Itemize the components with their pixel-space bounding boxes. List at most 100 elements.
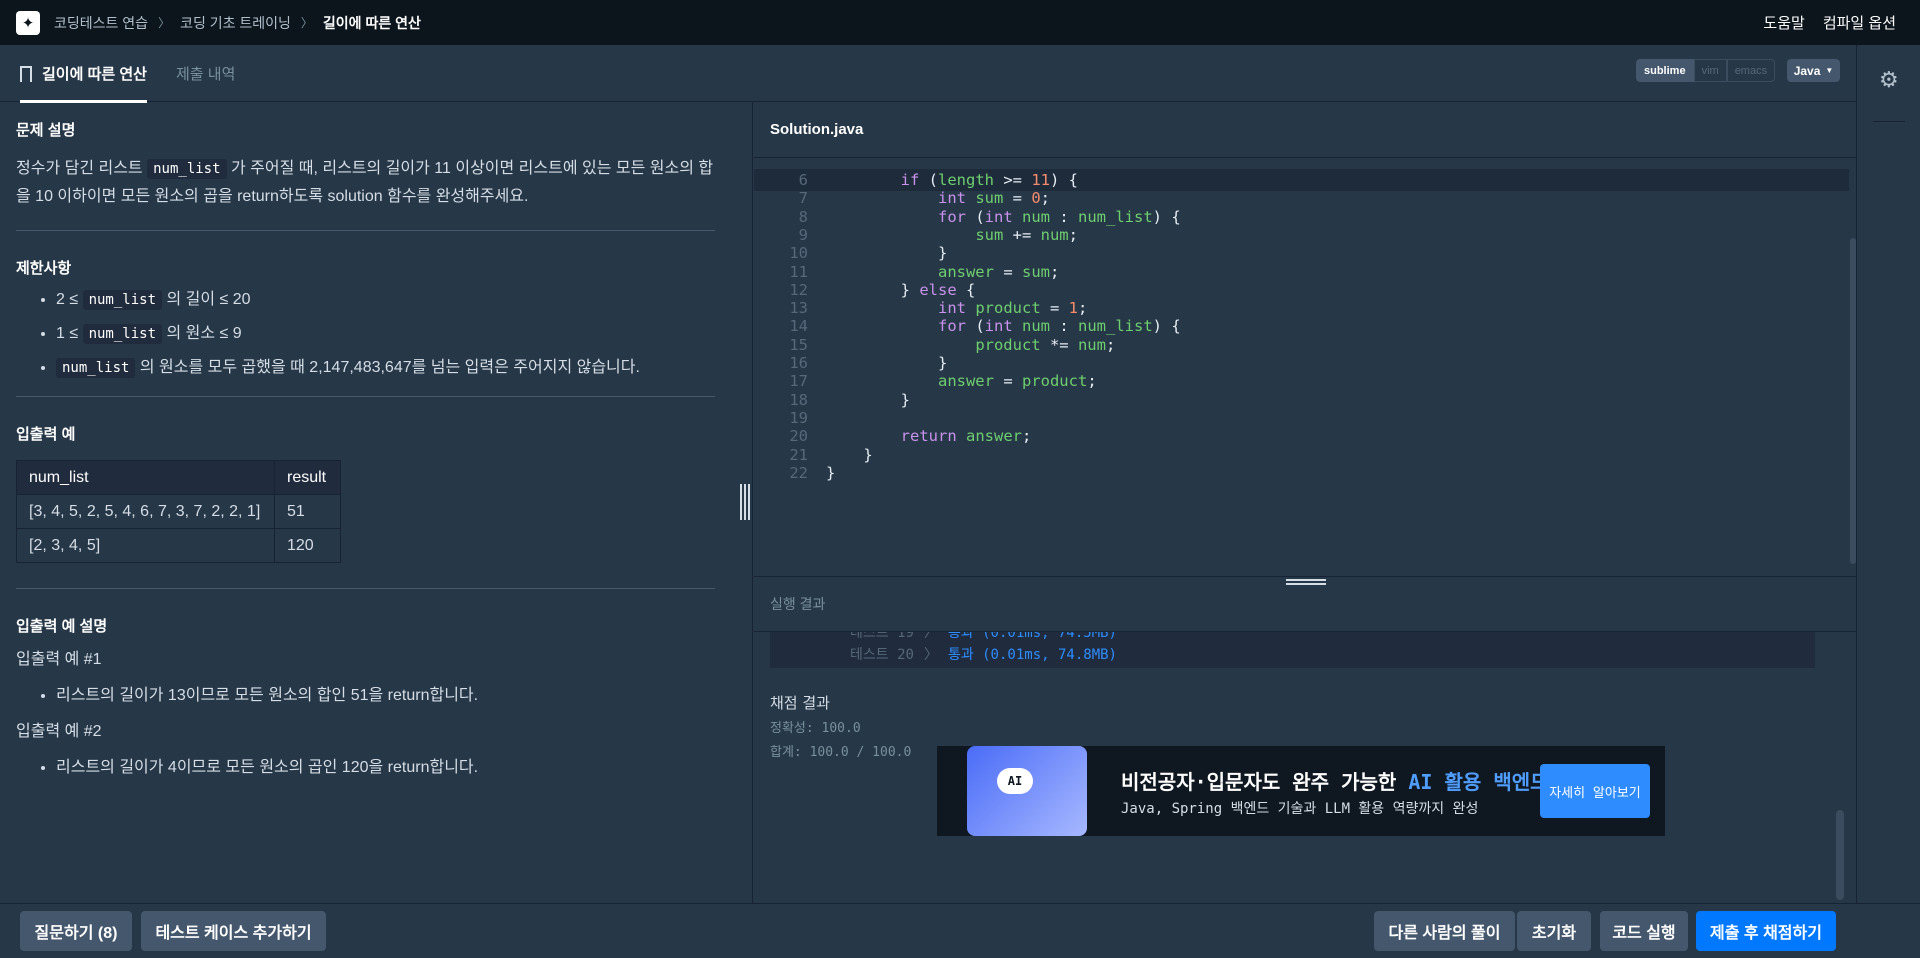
line-number: 12 — [789, 280, 808, 299]
code-text: } else { — [826, 280, 976, 299]
table-cell: 51 — [274, 494, 341, 529]
code-text: } — [826, 390, 910, 409]
code-editor[interactable]: 6 if (length >= 11) {7 int sum = 0; 8 for… — [754, 158, 1856, 576]
ask-question-button[interactable]: 질문하기 (8) — [20, 911, 132, 951]
problem-panel: 문제 설명 정수가 담긴 리스트 num_list 가 주어질 때, 리스트의 … — [0, 102, 753, 903]
constraint-post: 의 원소 ≤ 9 — [162, 325, 242, 342]
constraint-item: 1 ≤ num_list 의 원소 ≤ 9 — [56, 322, 715, 346]
divider — [16, 230, 715, 231]
line-number: 18 — [789, 390, 808, 409]
language-select[interactable]: Java ▼ — [1787, 59, 1840, 82]
top-navigation: ✦ 코딩테스트 연습 〉 코딩 기초 트레이닝 〉 길이에 따른 연산 도움말 … — [0, 0, 1920, 45]
grade-title: 채점 결과 — [770, 694, 830, 712]
mode-vim[interactable]: vim — [1693, 59, 1727, 82]
code-line: 22} — [754, 462, 1849, 484]
table-header: num_list — [16, 460, 275, 495]
code-num-list: num_list — [147, 159, 227, 179]
bookmark-icon[interactable] — [20, 65, 32, 86]
line-number: 8 — [798, 207, 808, 226]
chevron-right-icon: 〉 — [300, 16, 313, 30]
line-number: 13 — [789, 299, 808, 318]
editor-panel: Solution.java 6 if (length >= 11) {7 int… — [754, 102, 1856, 903]
constraint-post: 의 원소를 모두 곱했을 때 2,147,483,647를 넘는 입력은 주어지… — [135, 359, 640, 376]
explanation-heading: 입출력 예 설명 — [16, 618, 108, 635]
code-text: } — [826, 244, 948, 263]
code-text: int product = 1; — [937, 299, 1088, 318]
line-number: 21 — [789, 445, 808, 464]
mode-sublime[interactable]: sublime — [1636, 59, 1694, 82]
language-label: Java — [1793, 63, 1821, 78]
test-row: 테스트 19 〉 통과 (0.01ms, 74.5MB) — [850, 632, 1117, 642]
tab-problem[interactable]: 길이에 따른 연산 — [20, 45, 147, 103]
run-code-button[interactable]: 코드 실행 — [1600, 911, 1688, 951]
test-name: 테스트 19 — [850, 632, 914, 641]
help-link[interactable]: 도움말 — [1763, 12, 1804, 33]
breadcrumb-item-practice[interactable]: 코딩테스트 연습 — [54, 13, 148, 33]
code-text: } — [826, 354, 948, 372]
line-number: 15 — [789, 335, 808, 354]
divider — [16, 588, 715, 589]
add-test-case-button[interactable]: 테스트 케이스 추가하기 — [141, 911, 326, 951]
chevron-right-icon: 〉 — [158, 16, 171, 30]
ad-ai-badge: AI — [997, 768, 1033, 794]
line-number: 9 — [798, 225, 808, 244]
tab-problem-label: 길이에 따른 연산 — [42, 66, 147, 83]
bottom-toolbar: 질문하기 (8) 테스트 케이스 추가하기 다른 사람의 풀이 초기화 코드 실… — [0, 903, 1920, 958]
grade-accuracy: 정확성: 100.0 — [770, 721, 861, 736]
code-text: product *= num; — [975, 335, 1116, 354]
description-heading: 문제 설명 — [16, 122, 76, 139]
table-row: [3, 4, 5, 2, 5, 4, 6, 7, 3, 7, 2, 2, 1] … — [16, 494, 341, 529]
examples-table: num_list result [3, 4, 5, 2, 5, 4, 6, 7,… — [16, 460, 341, 563]
code-text: } — [826, 463, 836, 482]
panel-resize-handle[interactable] — [740, 484, 750, 520]
file-name: Solution.java — [754, 102, 1856, 158]
editor-scrollbar[interactable] — [1850, 238, 1856, 564]
line-number: 6 — [798, 171, 808, 189]
example-2-title: 입출력 예 #2 — [16, 723, 102, 740]
gear-icon[interactable]: ⚙ — [1879, 67, 1899, 93]
test-result: 통과 (0.01ms, 74.5MB) — [947, 632, 1117, 641]
constraints-heading: 제한사항 — [16, 260, 72, 277]
code-num-list: num_list — [56, 358, 136, 378]
example-1-list: 리스트의 길이가 13이므로 모든 원소의 합인 51을 return합니다. — [16, 684, 715, 708]
logo-icon[interactable]: ✦ — [16, 10, 40, 35]
list-item: 리스트의 길이가 4이므로 모든 원소의 곱인 120을 return합니다. — [56, 756, 715, 780]
ad-title-plain: 비전공자·입문자도 완주 가능한 — [1121, 770, 1409, 794]
constraints-list: 2 ≤ num_list 의 길이 ≤ 20 1 ≤ num_list 의 원소… — [16, 288, 715, 380]
line-number: 16 — [789, 354, 808, 372]
submit-button[interactable]: 제출 후 채점하기 — [1696, 911, 1836, 951]
table-cell: [3, 4, 5, 2, 5, 4, 6, 7, 3, 7, 2, 2, 1] — [16, 494, 275, 529]
line-number: 11 — [789, 262, 808, 281]
results-scrollbar[interactable] — [1836, 810, 1844, 900]
tab-submissions[interactable]: 제출 내역 — [176, 45, 235, 102]
code-text: answer = product; — [937, 372, 1097, 391]
ad-learn-more-button[interactable]: 자세히 알아보기 — [1540, 764, 1650, 818]
compile-options-link[interactable]: 컴파일 옵션 — [1823, 12, 1896, 33]
code-text: if (length >= 11) { — [900, 171, 1078, 189]
code-text: return answer; — [900, 427, 1032, 446]
breadcrumb-item-training[interactable]: 코딩 기초 트레이닝 — [180, 13, 291, 33]
code-text: int sum = 0; — [937, 189, 1051, 208]
other-solutions-button[interactable]: 다른 사람의 풀이 — [1374, 911, 1515, 951]
line-number: 22 — [789, 463, 808, 482]
results-area: 테스트 19 〉 통과 (0.01ms, 74.5MB) 테스트 20 〉 통과… — [754, 632, 1856, 903]
line-number: 10 — [789, 244, 808, 263]
reset-button[interactable]: 초기화 — [1517, 911, 1591, 951]
table-header: result — [274, 460, 341, 495]
test-result: 통과 (0.01ms, 74.8MB) — [947, 647, 1117, 663]
table-row: [2, 3, 4, 5] 120 — [16, 528, 341, 563]
code-num-list: num_list — [82, 324, 163, 344]
editor-mode-switch: sublime vim emacs — [1636, 59, 1776, 82]
code-text: for (int num : num_list) { — [937, 207, 1181, 226]
mode-emacs[interactable]: emacs — [1726, 59, 1776, 82]
line-number: 17 — [789, 372, 808, 391]
ad-banner[interactable]: AI 비전공자·입문자도 완주 가능한 AI 활용 백엔드 과정 Java, S… — [937, 746, 1665, 836]
grade-total: 합계: 100.0 / 100.0 — [770, 745, 912, 760]
tab-bar: 길이에 따른 연산 제출 내역 — [0, 45, 1856, 103]
examples-heading: 입출력 예 — [16, 426, 76, 443]
constraint-pre: 2 ≤ — [56, 291, 83, 308]
description-part: 정수가 담긴 리스트 — [16, 160, 148, 177]
chevron-right-icon: 〉 — [923, 632, 938, 641]
code-text: sum += num; — [975, 225, 1078, 244]
test-name: 테스트 20 — [850, 647, 914, 663]
